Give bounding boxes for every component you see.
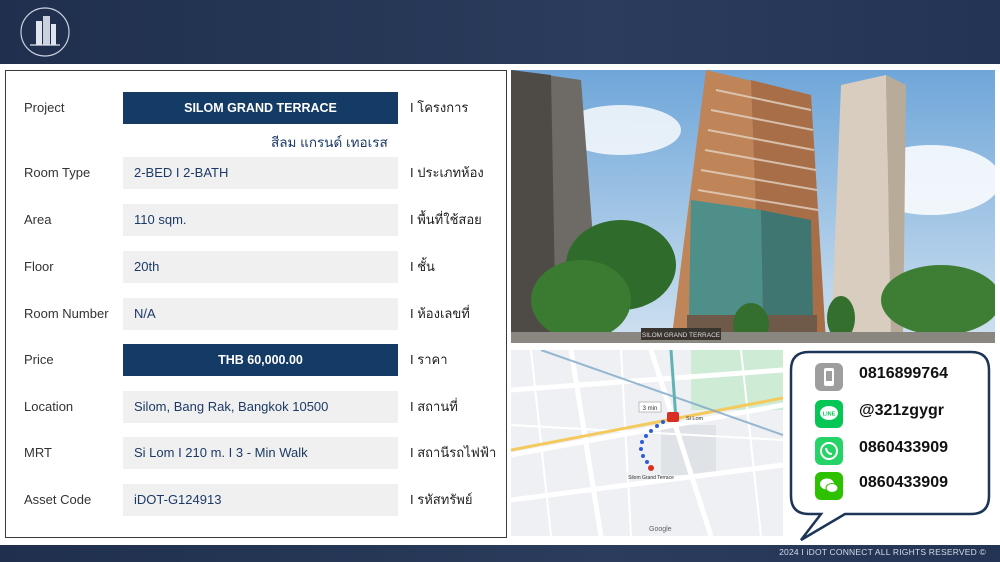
- floor-label-thai: I ชั้น: [410, 259, 435, 274]
- location-label-thai: I สถานที่: [410, 399, 458, 414]
- location-label: Location: [24, 399, 74, 414]
- area-label: Area: [24, 212, 52, 227]
- asset-code-label: Asset Code: [24, 492, 92, 507]
- price-label-thai: I ราคา: [410, 352, 448, 367]
- project-name-thai: สีลม แกรนด์ เทอเรส: [271, 135, 388, 150]
- location-value: Silom, Bang Rak, Bangkok 10500: [123, 391, 398, 423]
- room-type-label-thai: I ประเภทห้อง: [410, 165, 484, 180]
- floor-value: 20th: [123, 251, 398, 283]
- asset-code-label-thai: I รหัสทรัพย์: [410, 492, 473, 507]
- building-photo[interactable]: SILOM GRAND TERRACE: [511, 70, 995, 343]
- walk-time-label: 3 min: [643, 406, 658, 412]
- destination-label: Silom Grand Terrace: [628, 475, 674, 481]
- building-sign-text: SILOM GRAND TERRACE: [642, 332, 721, 339]
- wechat-icon: [815, 472, 843, 500]
- row-asset-code: Asset Code iDOT-G124913 I รหัสทรัพย์: [6, 484, 506, 516]
- room-number-value: N/A: [123, 298, 398, 330]
- contact-phone-number: 0816899764: [859, 365, 948, 382]
- row-floor: Floor 20th I ชั้น: [6, 251, 506, 283]
- building-illustration: SILOM GRAND TERRACE: [511, 70, 995, 343]
- row-room-number: Room Number N/A I ห้องเลขที่: [6, 298, 506, 330]
- listing-details-panel: Project SILOM GRAND TERRACE I โครงการ สี…: [5, 70, 507, 538]
- contact-wechat-number: 0860433909: [859, 474, 948, 491]
- whatsapp-icon: [815, 437, 843, 465]
- mrt-value: Si Lom I 210 m. I 3 - Min Walk: [123, 437, 398, 469]
- location-map[interactable]: 3 min Si Lom Silom Grand Terrace Google: [511, 350, 783, 536]
- row-price: Price THB 60,000.00 I ราคา: [6, 344, 506, 376]
- floor-label: Floor: [24, 259, 54, 274]
- footer-bar: 2024 I iDOT CONNECT ALL RIGHTS RESERVED …: [0, 545, 1000, 562]
- room-number-label: Room Number: [24, 306, 109, 321]
- contact-bubble: 0816899764 LINE @321zgygr 0860433909 086…: [787, 350, 991, 542]
- room-type-value: 2-BED I 2-BATH: [123, 157, 398, 189]
- room-type-label: Room Type: [24, 165, 91, 180]
- row-project: Project SILOM GRAND TERRACE I โครงการ: [6, 92, 506, 124]
- asset-code-value: iDOT-G124913: [123, 484, 398, 516]
- row-area: Area 110 sqm. I พื้นที่ใช้สอย: [6, 204, 506, 236]
- mrt-label: MRT: [24, 445, 52, 460]
- price-value: THB 60,000.00: [123, 344, 398, 376]
- contact-whatsapp-number: 0860433909: [859, 439, 948, 456]
- row-location: Location Silom, Bang Rak, Bangkok 10500 …: [6, 391, 506, 423]
- phone-icon: [815, 363, 843, 391]
- contact-line-id: @321zgygr: [859, 402, 944, 419]
- map-illustration: 3 min Si Lom Silom Grand Terrace Google: [511, 350, 783, 536]
- logo-icon: [20, 7, 70, 57]
- copyright-text: 2024 I iDOT CONNECT ALL RIGHTS RESERVED …: [779, 547, 986, 557]
- svg-text:LINE: LINE: [823, 412, 836, 418]
- station-label: Si Lom: [686, 416, 704, 422]
- top-banner: [0, 0, 1000, 64]
- row-mrt: MRT Si Lom I 210 m. I 3 - Min Walk I สถา…: [6, 437, 506, 469]
- line-icon: LINE: [815, 400, 843, 428]
- room-number-label-thai: I ห้องเลขที่: [410, 306, 470, 321]
- brand-logo[interactable]: [14, 5, 76, 59]
- area-value: 110 sqm.: [123, 204, 398, 236]
- project-value: SILOM GRAND TERRACE: [123, 92, 398, 124]
- row-room-type: Room Type 2-BED I 2-BATH I ประเภทห้อง: [6, 157, 506, 189]
- project-label-thai: I โครงการ: [410, 100, 469, 115]
- area-label-thai: I พื้นที่ใช้สอย: [410, 212, 482, 227]
- google-watermark: Google: [649, 526, 672, 533]
- project-label: Project: [24, 100, 65, 115]
- mrt-label-thai: I สถานีรถไฟฟ้า: [410, 445, 497, 460]
- price-label: Price: [24, 352, 54, 367]
